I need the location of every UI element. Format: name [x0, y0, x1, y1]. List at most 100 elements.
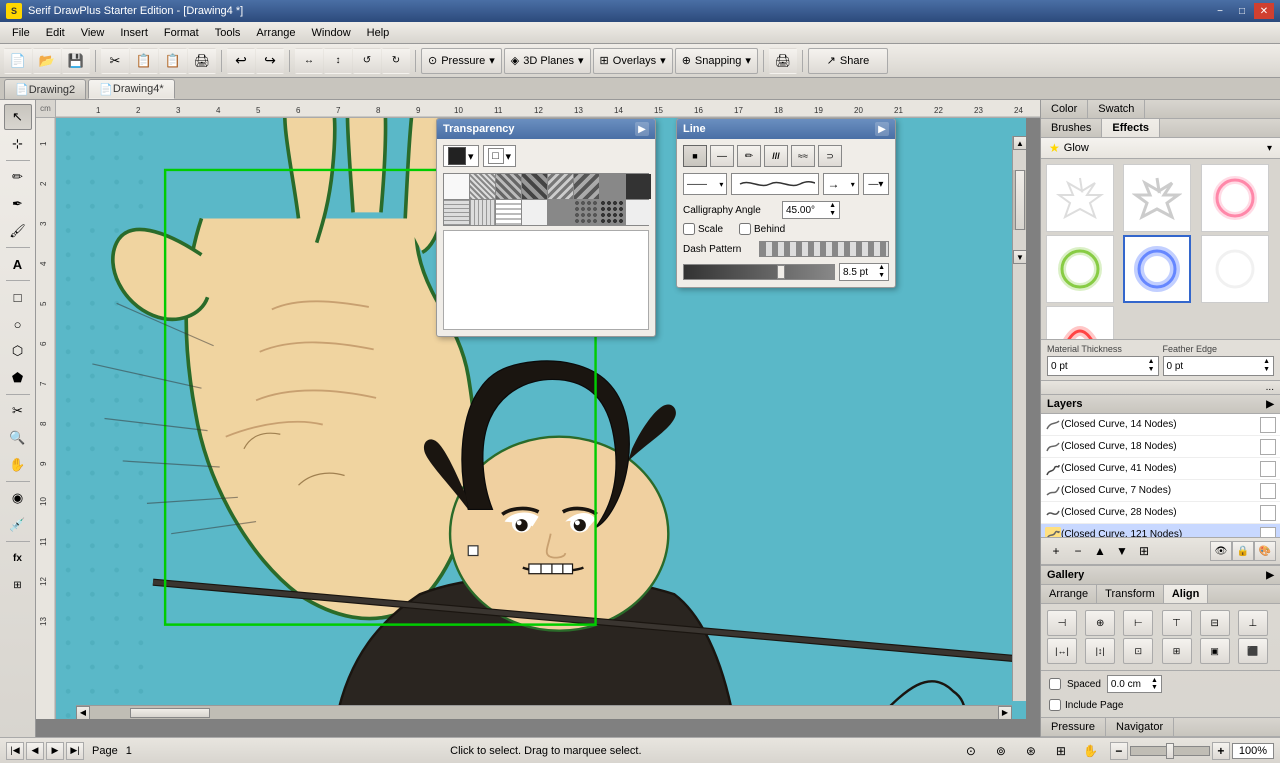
line-extra-dropdown[interactable]: —▾	[863, 173, 889, 195]
rect-tool-btn[interactable]: □	[4, 284, 32, 310]
transparency-panel-title[interactable]: Transparency ▶	[437, 119, 655, 139]
spaced-down-icon[interactable]: ▼	[1151, 684, 1158, 691]
view-layout-button[interactable]: ⊞	[1050, 741, 1072, 761]
pen-tool-btn[interactable]: ✏	[4, 164, 32, 190]
scroll-left-button[interactable]: ◀	[76, 706, 90, 720]
transparency-close-button[interactable]: ▶	[635, 122, 649, 136]
layer-row-2[interactable]: (Closed Curve, 41 Nodes)	[1041, 458, 1280, 480]
feather-up-icon[interactable]: ▲	[1263, 358, 1270, 366]
snapping-button[interactable]: ⊕ Snapping ▾	[675, 48, 758, 74]
v-scroll-track[interactable]	[1013, 170, 1026, 230]
fill-tool-btn[interactable]: ◉	[4, 485, 32, 511]
menu-window[interactable]: Window	[304, 25, 359, 41]
glow-swatch-5-selected[interactable]	[1123, 235, 1191, 303]
spaced-spinner[interactable]: ▲ ▼	[1151, 677, 1158, 691]
tab-drawing2[interactable]: 📄 Drawing2	[4, 79, 86, 99]
scale-checkbox[interactable]	[683, 223, 695, 235]
glow-swatch-1[interactable]	[1046, 164, 1114, 232]
view-tool-btn[interactable]: ⊞	[4, 572, 32, 598]
ellipse-tool-btn[interactable]: ○	[4, 311, 32, 337]
layer-lock-btn[interactable]: 🔒	[1232, 541, 1254, 561]
feather-down-icon[interactable]: ▼	[1263, 366, 1270, 374]
effects-tab[interactable]: Effects	[1102, 119, 1160, 137]
select-tool-btn[interactable]: ↖	[4, 104, 32, 130]
thickness-input[interactable]: 8.5 pt ▲ ▼	[839, 263, 889, 281]
brushes-tab[interactable]: Brushes	[1041, 119, 1102, 137]
horizontal-scrollbar[interactable]: ◀ ▶	[76, 705, 1012, 719]
navigator-bottom-tab[interactable]: Navigator	[1106, 718, 1174, 736]
layer-visibility-4[interactable]	[1260, 505, 1276, 521]
menu-edit[interactable]: Edit	[38, 25, 73, 41]
rotate-l-button[interactable]: ↺	[353, 48, 381, 74]
align-center-h-btn[interactable]: ⊕	[1085, 610, 1115, 636]
vertical-scrollbar[interactable]: ▲ ▼	[1012, 136, 1026, 701]
include-page-checkbox[interactable]	[1049, 699, 1061, 711]
align-page-btn[interactable]: ⊡	[1123, 638, 1153, 664]
save-button[interactable]: 💾	[62, 48, 90, 74]
pencil-tool-btn[interactable]: ✒	[4, 191, 32, 217]
expand-effects-button[interactable]: ...	[1041, 381, 1280, 395]
pattern-lines-h[interactable]	[444, 200, 469, 225]
layer-row-3[interactable]: (Closed Curve, 7 Nodes)	[1041, 480, 1280, 502]
fx-tool-btn[interactable]: fx	[4, 545, 32, 571]
flip-v-button[interactable]: ↕	[324, 48, 352, 74]
glow-swatch-3[interactable]	[1201, 164, 1269, 232]
first-page-button[interactable]: |◀	[6, 742, 24, 760]
layer-visibility-1[interactable]	[1260, 439, 1276, 455]
glow-swatch-7[interactable]	[1046, 306, 1114, 339]
feather-spinner[interactable]: ▲ ▼	[1263, 358, 1270, 374]
spaced-value-input[interactable]: 0.0 cm ▲ ▼	[1107, 675, 1162, 693]
transparency-pattern-dropdown[interactable]: □ ▾	[483, 145, 517, 167]
menu-format[interactable]: Format	[156, 25, 207, 41]
transform-tab[interactable]: Transform	[1097, 585, 1164, 603]
line-wave-btn[interactable]: ≈≈	[791, 145, 815, 167]
spaced-checkbox[interactable]	[1049, 678, 1061, 690]
line-start-cap-dropdown[interactable]: —— ▾	[683, 173, 727, 195]
h-scroll-thumb[interactable]	[130, 708, 210, 718]
thickness-down-icon[interactable]: ▼	[878, 272, 885, 280]
menu-view[interactable]: View	[73, 25, 113, 41]
pattern-hatch-3[interactable]	[522, 174, 547, 199]
spaced-up-icon[interactable]: ▲	[1151, 677, 1158, 684]
behind-checkbox[interactable]	[739, 223, 751, 235]
scroll-right-button[interactable]: ▶	[998, 706, 1012, 720]
menu-tools[interactable]: Tools	[207, 25, 249, 41]
layer-group-btn[interactable]: ⊞	[1133, 541, 1155, 561]
zoom-out-button[interactable]: −	[1110, 742, 1128, 760]
zoom-in-button[interactable]: +	[1212, 742, 1230, 760]
feather-input[interactable]: 0 pt ▲ ▼	[1163, 356, 1275, 376]
align-right-btn[interactable]: ⊢	[1123, 610, 1153, 636]
thickness-up-icon[interactable]: ▲	[878, 264, 885, 272]
cut-button[interactable]: ✂	[101, 48, 129, 74]
menu-help[interactable]: Help	[359, 25, 398, 41]
close-button[interactable]: ✕	[1254, 3, 1274, 19]
pattern-hatch-4[interactable]	[548, 174, 573, 199]
layer-color-btn[interactable]: 🎨	[1254, 541, 1276, 561]
angle-down-icon[interactable]: ▼	[829, 210, 836, 218]
glow-swatch-2[interactable]	[1123, 164, 1191, 232]
align-margin-btn[interactable]: ▣	[1200, 638, 1230, 664]
rotate-r-button[interactable]: ↻	[382, 48, 410, 74]
pattern-lines-light[interactable]	[496, 200, 521, 225]
menu-arrange[interactable]: Arrange	[248, 25, 303, 41]
align-center-v-btn[interactable]: ⊟	[1200, 610, 1230, 636]
gallery-header[interactable]: Gallery ▶	[1041, 566, 1280, 585]
menu-file[interactable]: File	[4, 25, 38, 41]
align-left-btn[interactable]: ⊣	[1047, 610, 1077, 636]
print2-button[interactable]: 🖨	[769, 48, 797, 74]
last-page-button[interactable]: ▶|	[66, 742, 84, 760]
color-picker-btn[interactable]: 💉	[4, 512, 32, 538]
menu-insert[interactable]: Insert	[112, 25, 156, 41]
poly-tool-btn[interactable]: ⬡	[4, 338, 32, 364]
line-plain-btn[interactable]: —	[710, 145, 734, 167]
calligraphy-angle-input[interactable]: 45.00° ▲ ▼	[782, 201, 840, 219]
view-preview-button[interactable]: ⊚	[990, 741, 1012, 761]
layer-delete-btn[interactable]: −	[1067, 541, 1089, 561]
open-button[interactable]: 📂	[33, 48, 61, 74]
color-tab[interactable]: Color	[1041, 100, 1088, 118]
material-down-icon[interactable]: ▼	[1148, 366, 1155, 374]
line-square-cap-btn[interactable]: ■	[683, 145, 707, 167]
align-spread-btn[interactable]: ⊞	[1162, 638, 1192, 664]
layer-visibility-0[interactable]	[1260, 417, 1276, 433]
share-button[interactable]: ↗ Share	[808, 48, 888, 74]
